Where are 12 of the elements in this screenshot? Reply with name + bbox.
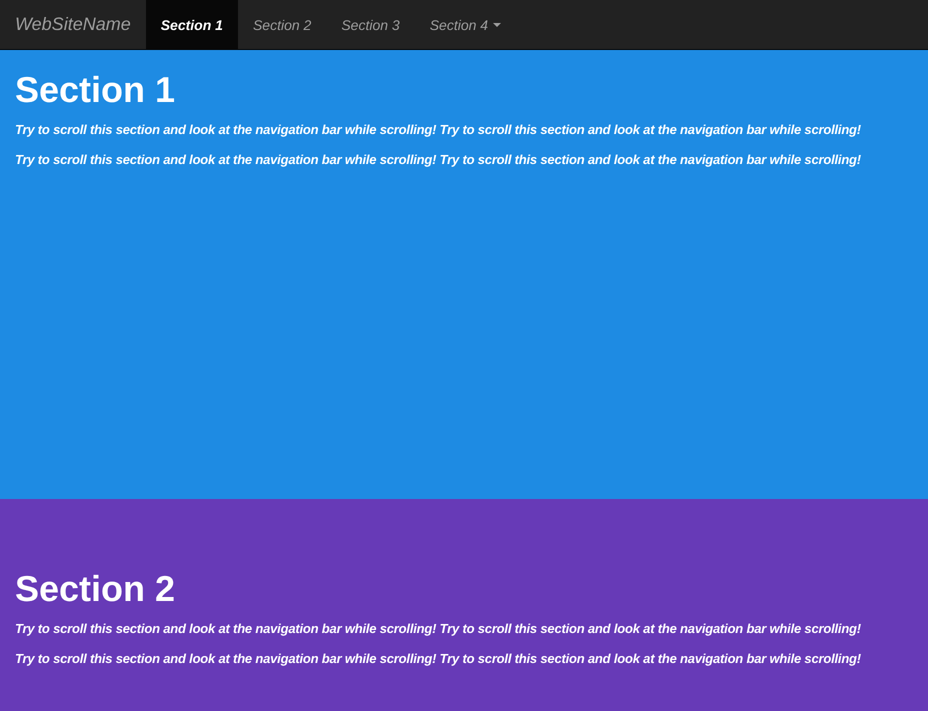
caret-icon [493, 22, 502, 26]
brand-link[interactable]: WebSiteName [0, 0, 146, 49]
section-text: Try to scroll this section and look at the navigation bar while scrolling! Try to scroll this section and look at the navigation bar while scrolling! [15, 650, 862, 668]
section-heading: Section 2 [15, 569, 176, 609]
section-text: Try to scroll this section and look at the navigation bar while scrolling! Try to scroll this section and look at the navigation bar while scrolling! [15, 121, 862, 139]
nav-link[interactable]: Section 4 [414, 0, 516, 49]
nav-link[interactable]: Section 2 [238, 0, 326, 49]
nav-link[interactable]: Section 3 [326, 0, 415, 49]
section-text: Try to scroll this section and look at the navigation bar while scrolling! Try to scroll this section and look at the navigation bar while scrolling! [15, 620, 862, 638]
nav-link[interactable]: Section 1 [146, 0, 238, 49]
section-text: Try to scroll this section and look at the navigation bar while scrolling! Try to scroll this section and look at the navigation bar while scrolling! [15, 151, 862, 169]
section-heading: Section 1 [15, 70, 176, 110]
